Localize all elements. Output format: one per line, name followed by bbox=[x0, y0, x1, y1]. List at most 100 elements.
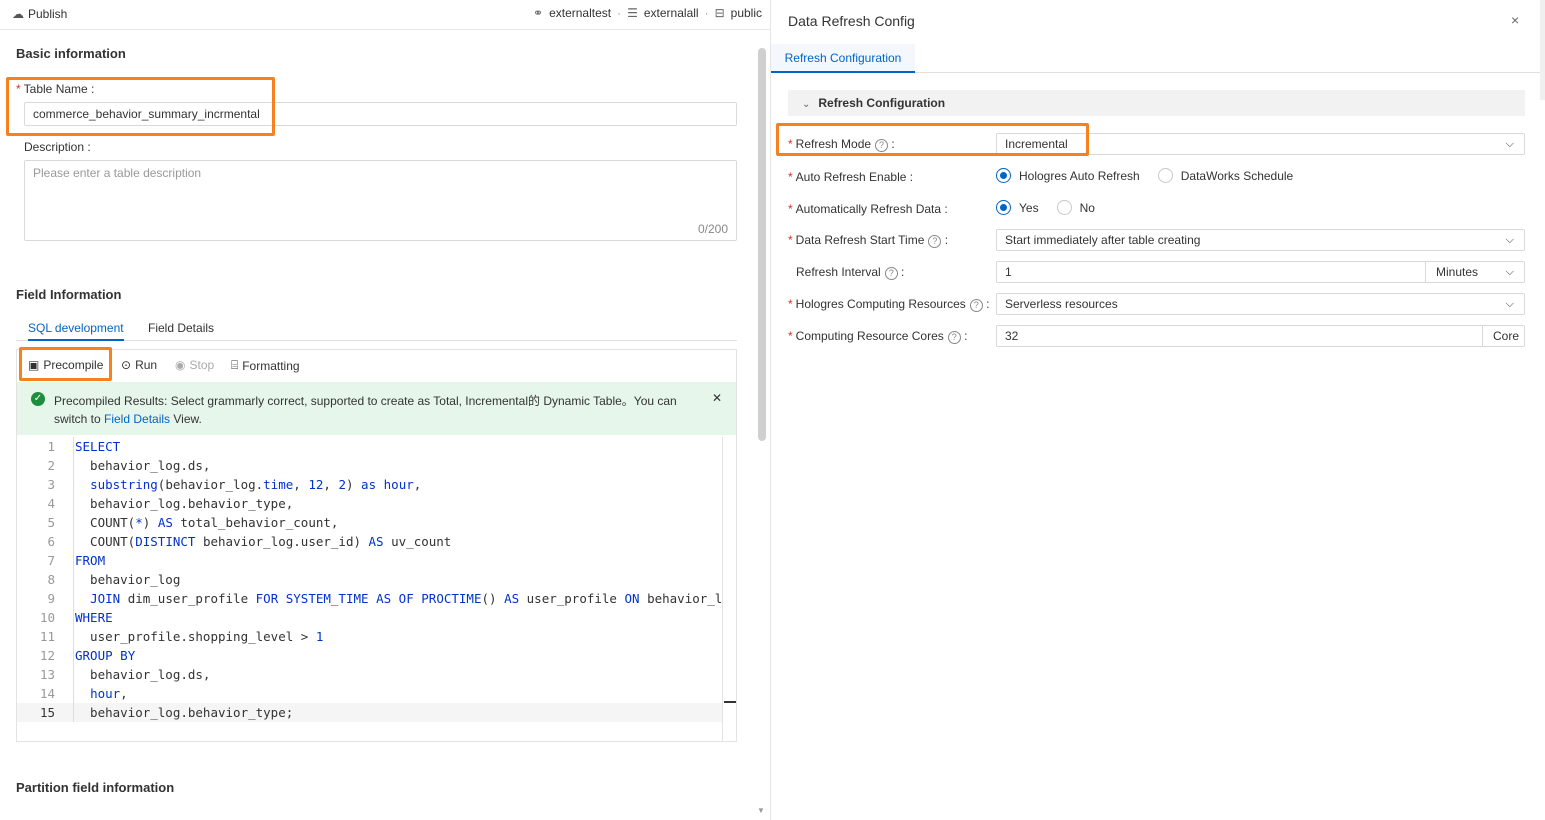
code-text: user_profile.shopping_level > 1 bbox=[75, 629, 324, 644]
resource-cores-label: * Computing Resource Cores? : bbox=[788, 329, 968, 344]
auto-refresh-enable-radios: Hologres Auto Refresh DataWorks Schedule bbox=[996, 168, 1311, 183]
run-label: Run bbox=[135, 358, 158, 372]
resource-cores-value: 32 bbox=[1005, 329, 1019, 343]
refresh-config-panel-header[interactable]: ⌄ Refresh Configuration bbox=[788, 90, 1525, 116]
tab-field-details[interactable]: Field Details bbox=[148, 321, 214, 335]
code-line[interactable]: 3 substring(behavior_log.time, 12, 2) as… bbox=[17, 475, 722, 494]
stop-icon: ◉ bbox=[175, 358, 186, 372]
line-number: 10 bbox=[39, 610, 55, 625]
tab-refresh-configuration[interactable]: Refresh Configuration bbox=[771, 44, 915, 73]
field-details-link[interactable]: Field Details bbox=[104, 412, 170, 426]
precompile-label: Precompile bbox=[43, 358, 104, 372]
code-line[interactable]: 12 GROUP BY bbox=[17, 646, 722, 665]
run-button[interactable]: ⊙ Run bbox=[121, 358, 157, 372]
description-char-count: 0/200 bbox=[697, 222, 728, 236]
code-line[interactable]: 2 behavior_log.ds, bbox=[17, 456, 722, 475]
radio-yes[interactable]: Yes bbox=[996, 200, 1039, 215]
line-number: 14 bbox=[39, 686, 55, 701]
radio-checked-icon bbox=[996, 168, 1011, 183]
description-label: Description : bbox=[24, 140, 91, 154]
page-scrollbar-thumb[interactable] bbox=[758, 48, 766, 441]
chevron-down-icon: ⌵ bbox=[1505, 234, 1514, 246]
radio-dataworks-schedule[interactable]: DataWorks Schedule bbox=[1157, 168, 1293, 183]
code-line[interactable]: 15 behavior_log.behavior_type; bbox=[17, 703, 722, 722]
drawer-scrollbar[interactable] bbox=[1540, 0, 1545, 100]
radio-hologres-auto-refresh[interactable]: Hologres Auto Refresh bbox=[996, 168, 1140, 183]
line-number: 11 bbox=[39, 629, 55, 644]
code-text: COUNT(*) AS total_behavior_count, bbox=[75, 515, 339, 530]
precompile-icon: ▣ bbox=[28, 358, 40, 372]
refresh-mode-select[interactable]: Incremental ⌵ bbox=[996, 133, 1525, 155]
auto-refresh-enable-label: * Auto Refresh Enable : bbox=[788, 170, 914, 184]
sql-editor: ▣ Precompile ⊙ Run ◉ Stop ⌸ Formatting ✓… bbox=[16, 349, 737, 742]
breadcrumb: ⚭ externaltest · ☰ externalall · ⊟ publi… bbox=[533, 6, 762, 20]
code-line[interactable]: 6 COUNT(DISTINCT behavior_log.user_id) A… bbox=[17, 532, 722, 551]
close-icon[interactable]: × bbox=[1511, 12, 1519, 28]
basic-info-title: Basic information bbox=[16, 46, 126, 61]
table-name-input[interactable]: commerce_behavior_summary_incrmental bbox=[24, 102, 737, 126]
line-number: 7 bbox=[47, 553, 55, 568]
code-line[interactable]: 4 behavior_log.behavior_type, bbox=[17, 494, 722, 513]
code-line[interactable]: 11 user_profile.shopping_level > 1 bbox=[17, 627, 722, 646]
computing-resources-select[interactable]: Serverless resources ⌵ bbox=[996, 293, 1525, 315]
code-line[interactable]: 14 hour, bbox=[17, 684, 722, 703]
breadcrumb-instance[interactable]: externaltest bbox=[549, 6, 611, 20]
code-line[interactable]: 1 SELECT bbox=[17, 437, 722, 456]
refresh-mode-value: Incremental bbox=[1005, 137, 1068, 151]
publish-button[interactable]: ☁ Publish bbox=[12, 7, 67, 21]
field-info-title: Field Information bbox=[16, 287, 122, 302]
code-text: behavior_log.ds, bbox=[75, 667, 211, 682]
computing-resources-label: * Hologres Computing Resources? : bbox=[788, 297, 990, 312]
sql-toolbar: ▣ Precompile ⊙ Run ◉ Stop ⌸ Formatting bbox=[17, 350, 736, 382]
code-text: behavior_log.behavior_type, bbox=[75, 496, 294, 511]
chevron-down-icon: ⌵ bbox=[1505, 266, 1514, 278]
database-icon: ☰ bbox=[627, 6, 638, 20]
required-asterisk: * bbox=[788, 233, 793, 247]
code-line[interactable]: 7 FROM bbox=[17, 551, 722, 570]
required-asterisk: * bbox=[788, 170, 793, 184]
scroll-down-arrow-icon[interactable]: ▼ bbox=[757, 806, 765, 815]
precompile-button[interactable]: ▣ Precompile bbox=[28, 358, 103, 372]
drawer-title: Data Refresh Config bbox=[788, 13, 915, 29]
code-line[interactable]: 5 COUNT(*) AS total_behavior_count, bbox=[17, 513, 722, 532]
required-asterisk: * bbox=[16, 82, 21, 96]
schema-icon: ⊟ bbox=[714, 6, 725, 20]
code-text: WHERE bbox=[75, 610, 113, 625]
code-line[interactable]: 13 behavior_log.ds, bbox=[17, 665, 722, 684]
code-area[interactable]: 1 SELECT 2 behavior_log.ds, 3 substring(beh… bbox=[17, 437, 722, 737]
code-text: behavior_log bbox=[75, 572, 181, 587]
breadcrumb-schema[interactable]: public bbox=[731, 6, 762, 20]
auto-refresh-data-radios: Yes No bbox=[996, 200, 1113, 215]
help-icon[interactable]: ? bbox=[928, 235, 942, 248]
refresh-interval-input[interactable]: 1 Minutes ⌵ bbox=[996, 261, 1525, 283]
radio-no[interactable]: No bbox=[1056, 200, 1095, 215]
breadcrumb-database[interactable]: externalall bbox=[644, 6, 699, 20]
formatting-button[interactable]: ⌸ Formatting bbox=[231, 358, 300, 373]
chevron-down-icon: ⌵ bbox=[1505, 298, 1514, 310]
check-circle-icon: ✓ bbox=[31, 392, 45, 406]
help-icon[interactable]: ? bbox=[875, 139, 889, 152]
line-number: 12 bbox=[39, 648, 55, 663]
precompile-result-text: Precompiled Results: Select grammarly co… bbox=[54, 394, 677, 426]
play-icon: ⊙ bbox=[121, 358, 132, 372]
required-asterisk: * bbox=[788, 297, 793, 311]
code-line[interactable]: 9 JOIN dim_user_profile FOR SYSTEM_TIME … bbox=[17, 589, 722, 608]
code-line[interactable]: 10 WHERE bbox=[17, 608, 722, 627]
drawer-tabs: Refresh Configuration bbox=[771, 44, 1541, 73]
help-icon[interactable]: ? bbox=[947, 331, 961, 344]
help-icon[interactable]: ? bbox=[969, 299, 983, 312]
resource-cores-input[interactable]: 32 Core bbox=[996, 325, 1525, 347]
table-editor-pane: ☁ Publish ⚭ externaltest · ☰ externalall… bbox=[0, 0, 770, 820]
line-number: 6 bbox=[47, 534, 55, 549]
stop-button[interactable]: ◉ Stop bbox=[175, 358, 214, 372]
code-line[interactable]: 8 behavior_log bbox=[17, 570, 722, 589]
description-textarea[interactable]: Please enter a table description 0/200 bbox=[24, 160, 737, 241]
help-icon[interactable]: ? bbox=[884, 267, 898, 280]
close-icon[interactable]: ✕ bbox=[712, 391, 722, 405]
data-refresh-drawer: Data Refresh Config × Refresh Configurat… bbox=[770, 0, 1545, 820]
editor-scrollbar[interactable] bbox=[722, 437, 723, 742]
start-time-select[interactable]: Start immediately after table creating ⌵ bbox=[996, 229, 1525, 251]
required-asterisk: * bbox=[788, 137, 793, 151]
tab-sql-development[interactable]: SQL development bbox=[28, 321, 124, 341]
interval-unit-select[interactable]: Minutes ⌵ bbox=[1425, 262, 1524, 282]
